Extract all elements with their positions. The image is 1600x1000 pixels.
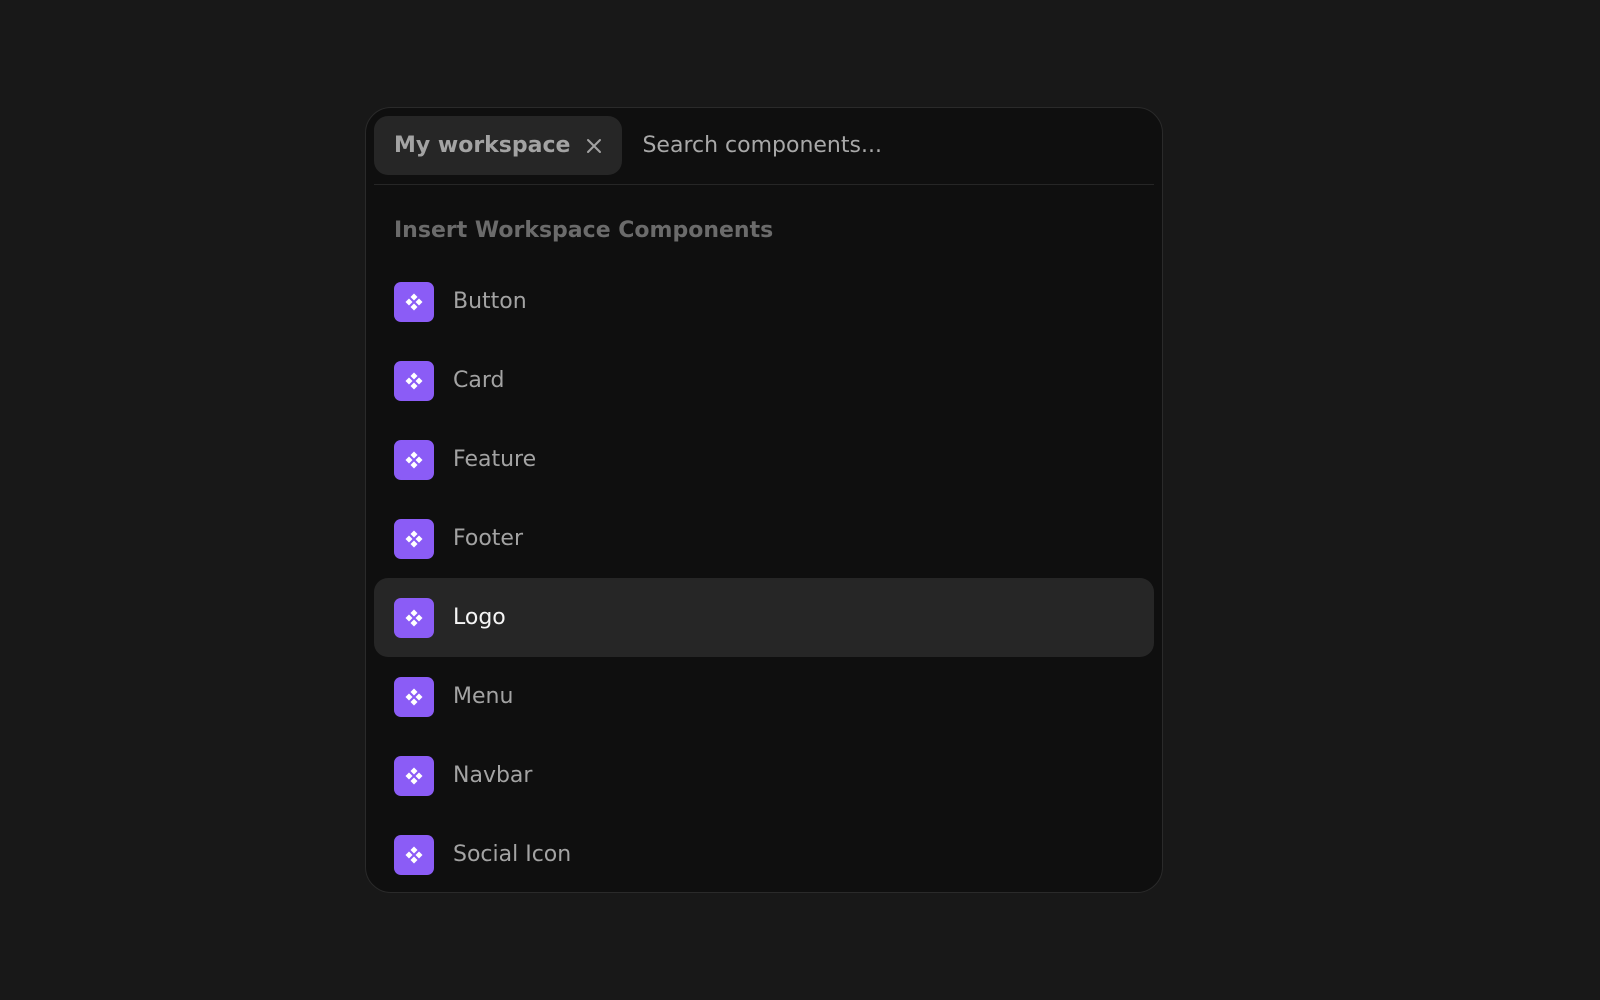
component-icon bbox=[394, 360, 434, 401]
component-icon bbox=[394, 755, 434, 796]
item-label: Menu bbox=[453, 684, 514, 709]
list-item-navbar[interactable]: Navbar bbox=[374, 736, 1154, 815]
section-title: Insert Workspace Components bbox=[394, 218, 774, 243]
item-label: Social Icon bbox=[453, 842, 572, 867]
divider bbox=[374, 184, 1154, 185]
list-item-social-icon[interactable]: Social Icon bbox=[374, 815, 1154, 892]
list-item-button[interactable]: Button bbox=[374, 262, 1154, 341]
workspace-filter-chip[interactable]: My workspace bbox=[374, 116, 623, 175]
list-item-feature[interactable]: Feature bbox=[374, 420, 1154, 499]
component-icon bbox=[394, 676, 434, 717]
component-list: Button Card Feature Footer Logo Menu Nav… bbox=[374, 262, 1154, 892]
item-label: Feature bbox=[453, 447, 537, 472]
item-label: Navbar bbox=[453, 763, 533, 788]
list-item-card[interactable]: Card bbox=[374, 341, 1154, 420]
list-item-menu[interactable]: Menu bbox=[374, 657, 1154, 736]
list-item-footer[interactable]: Footer bbox=[374, 499, 1154, 578]
component-icon bbox=[394, 518, 434, 559]
search-input[interactable] bbox=[642, 125, 1154, 166]
item-label: Footer bbox=[453, 526, 523, 551]
search-row: My workspace bbox=[374, 116, 1154, 175]
component-icon bbox=[394, 834, 434, 875]
component-icon bbox=[394, 281, 434, 322]
item-label: Logo bbox=[453, 605, 506, 630]
workspace-chip-label: My workspace bbox=[394, 133, 571, 158]
list-item-logo[interactable]: Logo bbox=[374, 578, 1154, 657]
item-label: Card bbox=[453, 368, 505, 393]
component-icon bbox=[394, 597, 434, 638]
component-picker: My workspace Insert Workspace Components… bbox=[365, 107, 1163, 893]
close-icon[interactable] bbox=[584, 136, 604, 156]
component-icon bbox=[394, 439, 434, 480]
item-label: Button bbox=[453, 289, 527, 314]
